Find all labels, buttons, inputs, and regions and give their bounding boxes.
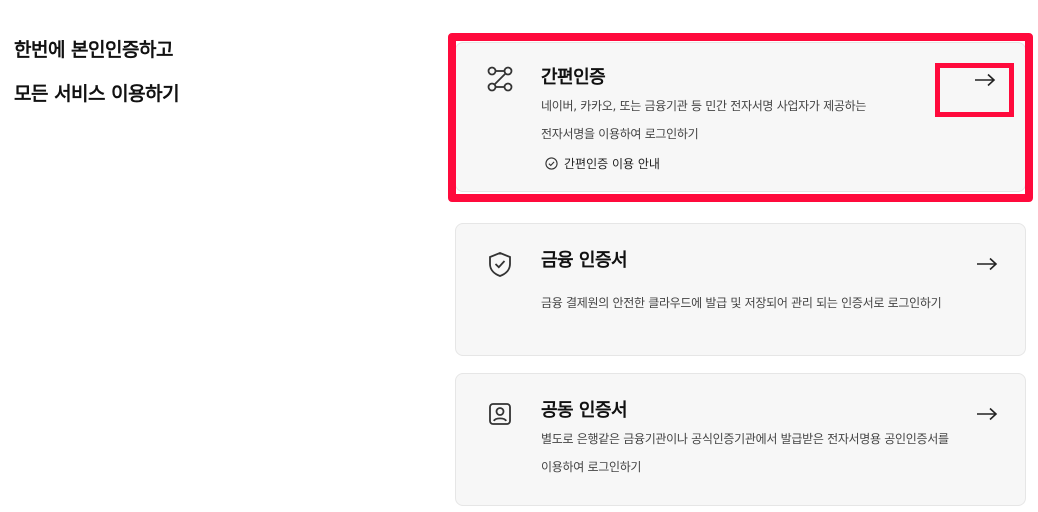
arrow-right-icon[interactable] [975, 406, 999, 422]
route-icon [486, 65, 514, 93]
finance-certificate-desc-line-1: 금융 결제원의 안전한 클라우드에 발급 및 저장되어 관리 되는 인증서로 로… [541, 296, 942, 310]
simple-auth-title: 간편인증 [541, 67, 606, 88]
joint-certificate-description: 별도로 은행같은 금융기관이나 공식인증기관에서 발급받은 전자서명용 공인인증… [541, 425, 981, 481]
arrow-right-icon[interactable] [973, 72, 997, 88]
simple-auth-description: 네이버, 카카오, 또는 금융기관 등 민간 전자서명 사업자가 제공하는 전자… [541, 92, 981, 148]
shield-check-icon [486, 250, 514, 278]
simple-auth-card[interactable]: 간편인증 네이버, 카카오, 또는 금융기관 등 민간 전자서명 사업자가 제공… [455, 42, 1026, 192]
joint-certificate-title: 공동 인증서 [541, 400, 628, 421]
finance-certificate-title: 금융 인증서 [541, 250, 628, 271]
simple-auth-desc-line-2: 전자서명을 이용하여 로그인하기 [541, 127, 699, 141]
finance-certificate-description: 금융 결제원의 안전한 클라우드에 발급 및 저장되어 관리 되는 인증서로 로… [541, 289, 981, 317]
finance-certificate-card[interactable]: 금융 인증서 금융 결제원의 안전한 클라우드에 발급 및 저장되어 관리 되는… [455, 223, 1026, 356]
headline: 한번에 본인인증하고 모든 서비스 이용하기 [14, 36, 180, 124]
simple-auth-desc-line-1: 네이버, 카카오, 또는 금융기관 등 민간 전자서명 사업자가 제공하는 [541, 99, 867, 113]
headline-line-1: 한번에 본인인증하고 [14, 39, 173, 61]
headline-line-2: 모든 서비스 이용하기 [14, 83, 180, 105]
page: 한번에 본인인증하고 모든 서비스 이용하기 간편인증 네이버, 카카오, 또는… [0, 0, 1038, 512]
joint-certificate-desc-line-2: 이용하여 로그인하기 [541, 460, 642, 474]
check-circle-icon [545, 157, 558, 170]
id-card-icon [486, 400, 514, 428]
joint-certificate-card[interactable]: 공동 인증서 별도로 은행같은 금융기관이나 공식인증기관에서 발급받은 전자서… [455, 373, 1026, 506]
arrow-right-icon[interactable] [975, 256, 999, 272]
simple-auth-guide-link[interactable]: 간편인증 이용 안내 [545, 155, 660, 172]
joint-certificate-desc-line-1: 별도로 은행같은 금융기관이나 공식인증기관에서 발급받은 전자서명용 공인인증… [541, 432, 949, 446]
simple-auth-guide-label: 간편인증 이용 안내 [564, 157, 660, 171]
